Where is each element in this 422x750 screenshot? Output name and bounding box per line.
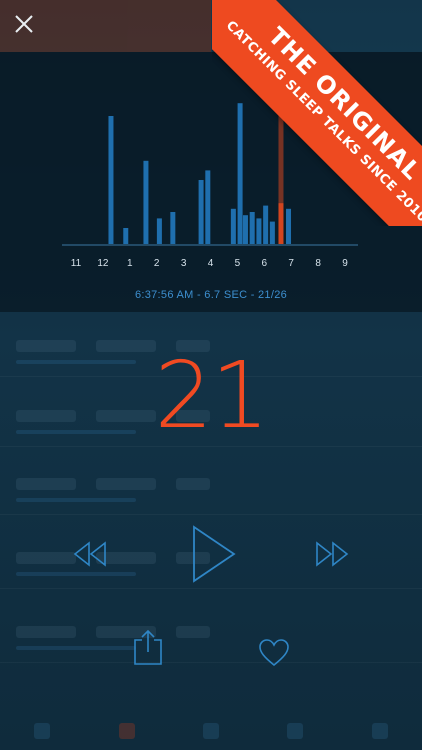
chart-bar[interactable] — [108, 116, 114, 244]
chart-bar[interactable] — [263, 205, 269, 244]
chart-bar[interactable] — [237, 103, 243, 244]
night-graph-panel: 11 12 1 2 3 4 5 6 7 8 9 — [0, 52, 422, 312]
recording-number: 21 — [154, 342, 269, 449]
x-tick-label: 12 — [97, 258, 109, 269]
x-tick-label: 9 — [342, 258, 348, 269]
x-tick-label: 7 — [288, 258, 294, 269]
rewind-icon[interactable] — [72, 540, 108, 568]
background-row-block — [96, 478, 156, 490]
recording-info: 6:37:56 AM - 6.7 SEC - 21/26 — [134, 289, 288, 301]
x-tick-label: 3 — [181, 258, 187, 269]
close-icon[interactable] — [10, 10, 38, 38]
background-row-block — [16, 478, 76, 490]
chart-bar[interactable] — [205, 170, 211, 244]
chart-bar[interactable] — [230, 208, 236, 244]
background-tab-icon — [118, 723, 135, 739]
chart-bar[interactable] — [143, 160, 149, 244]
chart-bar[interactable] — [198, 180, 204, 244]
background-bottom-tabs — [0, 712, 422, 750]
chart-bar[interactable] — [269, 221, 275, 244]
chart-bar[interactable] — [256, 218, 262, 244]
fast-forward-icon[interactable] — [314, 540, 350, 568]
chart-bar[interactable] — [123, 228, 129, 244]
share-icon[interactable] — [132, 628, 164, 666]
x-tick-label: 6 — [262, 258, 268, 269]
x-tick-label: 1 — [127, 258, 133, 269]
chart-bar[interactable] — [286, 208, 292, 244]
chart-bar[interactable] — [156, 218, 162, 244]
x-tick-label: 4 — [208, 258, 214, 269]
chart-bar[interactable] — [242, 215, 248, 244]
background-tab-icon — [202, 723, 219, 739]
background-row — [0, 606, 422, 663]
background-row-block — [16, 552, 76, 564]
background-tab-icon — [34, 723, 51, 739]
play-icon[interactable] — [190, 524, 238, 584]
background-row-block — [16, 626, 76, 638]
background-row-block — [176, 626, 210, 638]
background-row-bar — [16, 498, 136, 502]
chart-bar[interactable] — [170, 212, 176, 244]
x-tick-label: 2 — [154, 258, 160, 269]
background-row — [0, 458, 422, 515]
background-row-bar — [16, 646, 136, 650]
background-tab-2 — [211, 0, 422, 52]
night-activity-chart: 11 12 1 2 3 4 5 6 7 8 9 — [62, 103, 358, 269]
heart-icon[interactable] — [258, 638, 290, 668]
x-tick-label: 11 — [71, 258, 82, 269]
x-tick-label: 5 — [235, 258, 241, 269]
x-tick-label: 8 — [315, 258, 321, 269]
background-row-block — [176, 478, 210, 490]
background-tab-icon — [287, 723, 304, 739]
background-tab-bar — [0, 0, 422, 52]
chart-bar-highlighted-played — [278, 203, 284, 244]
background-row-bar — [16, 572, 136, 576]
background-tab-icon — [371, 723, 388, 739]
chart-bar[interactable] — [249, 212, 255, 244]
